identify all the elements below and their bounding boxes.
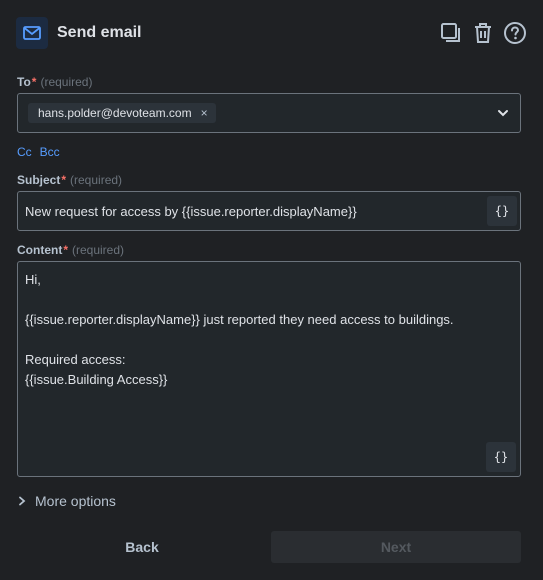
bcc-link[interactable]: Bcc (40, 145, 60, 159)
chevron-down-icon[interactable] (496, 106, 510, 120)
header-actions (439, 21, 527, 45)
chevron-right-icon (17, 493, 27, 509)
to-label: To* (required) (17, 75, 93, 89)
cc-link[interactable]: Cc (17, 145, 32, 159)
content-line: Required access: (25, 352, 126, 367)
content-line: {{issue.Building Access}} (25, 372, 168, 387)
content-body: Hi, {{issue.reporter.displayName}} just … (25, 270, 454, 390)
content-line (25, 290, 454, 310)
remove-recipient-icon[interactable]: × (201, 106, 208, 120)
subject-label: Subject* (required) (17, 173, 123, 187)
insert-variable-button[interactable]: {} (487, 196, 517, 226)
subject-value: New request for access by {{issue.report… (25, 204, 357, 219)
to-field[interactable]: hans.polder@devoteam.com × (17, 93, 521, 133)
subject-field[interactable]: New request for access by {{issue.report… (17, 191, 521, 231)
content-line: Hi, (25, 272, 41, 287)
recipient-chip: hans.polder@devoteam.com × (28, 103, 216, 123)
mail-icon (16, 17, 48, 49)
header: Send email (16, 17, 527, 49)
content-line: {{issue.reporter.displayName}} just repo… (25, 312, 454, 327)
cc-bcc-links: Cc Bcc (17, 145, 60, 159)
next-button[interactable]: Next (271, 531, 521, 563)
content-line (25, 330, 454, 350)
duplicate-icon[interactable] (439, 21, 463, 45)
more-options-toggle[interactable]: More options (17, 493, 116, 509)
help-icon[interactable] (503, 21, 527, 45)
back-button[interactable]: Back (17, 531, 267, 563)
content-field[interactable]: Hi, {{issue.reporter.displayName}} just … (17, 261, 521, 477)
page-title: Send email (57, 24, 142, 41)
insert-variable-button[interactable]: {} (486, 442, 516, 472)
trash-icon[interactable] (471, 21, 495, 45)
content-label: Content* (required) (17, 243, 125, 257)
